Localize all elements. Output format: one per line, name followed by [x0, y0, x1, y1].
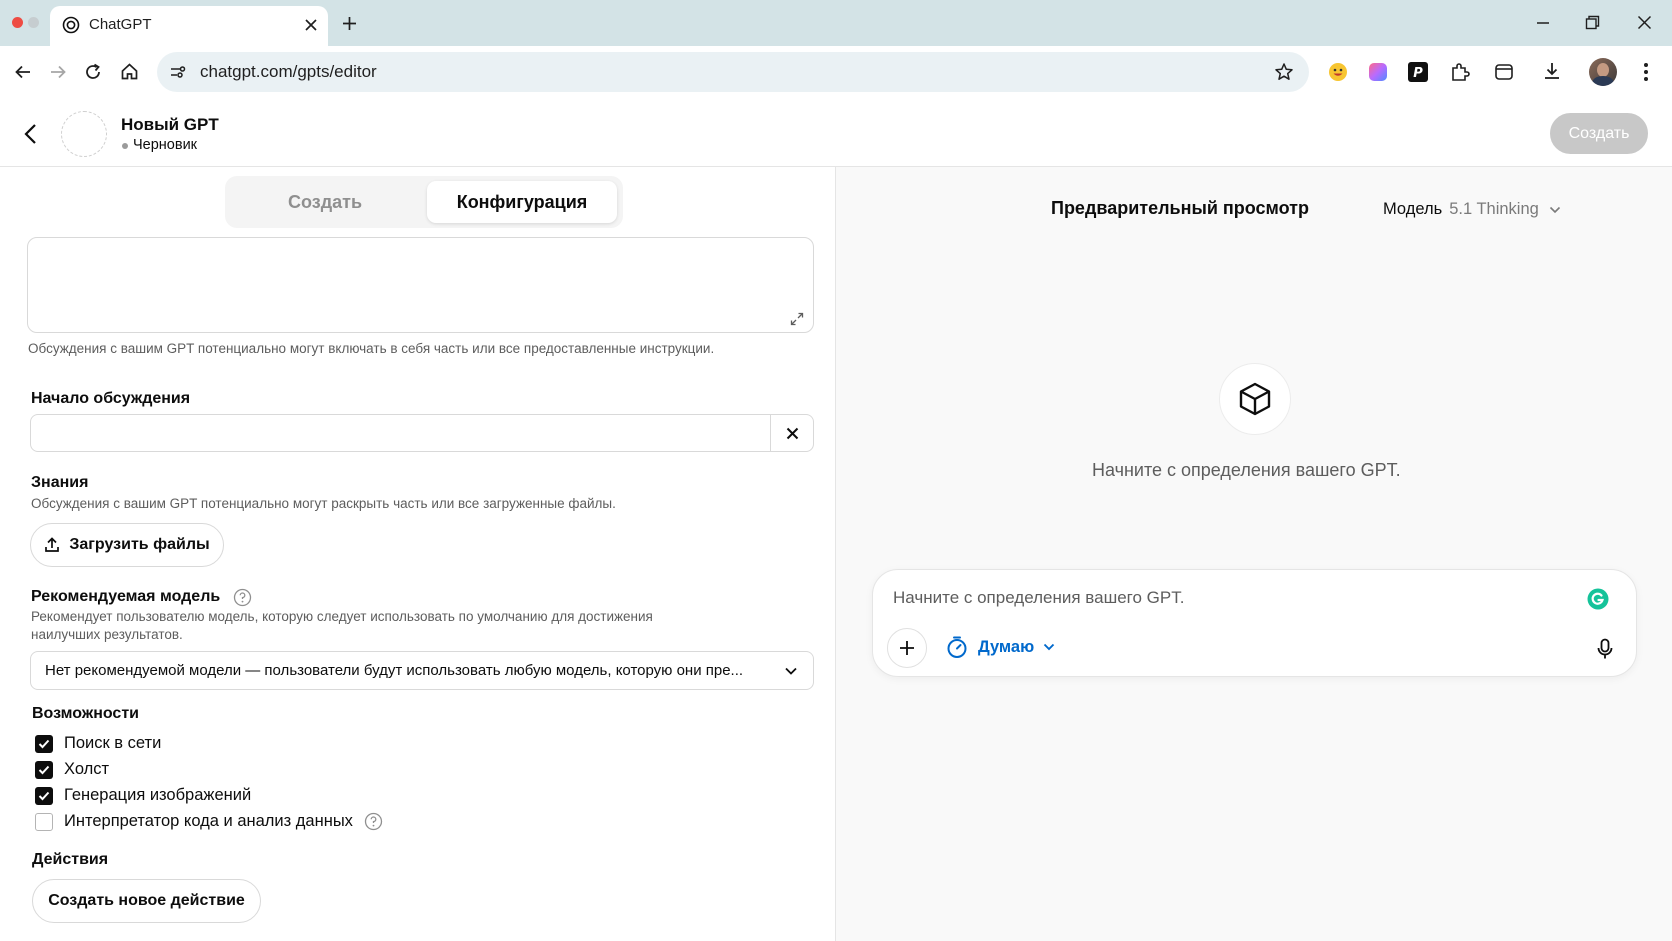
editor-header: Новый GPT Черновик Создать — [0, 100, 1672, 167]
status-dot — [122, 143, 128, 149]
browser-tab[interactable]: ChatGPT — [50, 6, 328, 46]
site-settings-icon[interactable] — [169, 63, 187, 81]
upload-files-label: Загрузить файлы — [69, 536, 210, 553]
address-bar[interactable]: chatgpt.com/gpts/editor — [157, 52, 1309, 92]
recommended-model-value: Нет рекомендуемой модели — пользователи … — [45, 662, 744, 679]
timer-icon — [946, 635, 968, 659]
capability-canvas[interactable]: Холст — [35, 760, 109, 779]
gradient-extension-icon[interactable] — [1368, 62, 1388, 82]
web-search-label: Поиск в сети — [64, 734, 162, 752]
gpt-placeholder-avatar — [1219, 363, 1291, 435]
gpt-name: Новый GPT — [121, 115, 219, 134]
tab-title: ChatGPT — [89, 16, 152, 33]
model-selector[interactable]: Модель 5.1 Thinking — [1383, 200, 1561, 219]
model-value: 5.1 Thinking — [1449, 200, 1539, 218]
image-generation-label: Генерация изображений — [64, 786, 252, 804]
create-action-button[interactable]: Создать новое действие — [32, 879, 261, 923]
check-icon — [38, 765, 50, 774]
thinking-chevron-down-icon — [1043, 643, 1055, 651]
conversation-starter-input[interactable] — [30, 414, 814, 452]
home-icon[interactable] — [120, 62, 139, 81]
starter-divider — [770, 415, 771, 451]
close-icon[interactable] — [786, 427, 799, 440]
new-tab-plus-icon[interactable] — [342, 16, 357, 31]
instructions-textarea[interactable] — [27, 237, 814, 333]
star-icon[interactable] — [1274, 62, 1294, 82]
download-icon[interactable] — [1542, 61, 1562, 82]
upload-icon — [44, 537, 60, 553]
code-interpreter-help-icon[interactable] — [364, 812, 383, 831]
window-minimize-dot[interactable] — [28, 17, 39, 28]
preview-panel — [836, 167, 1672, 941]
close-window-icon[interactable] — [1637, 15, 1652, 30]
capability-image-generation[interactable]: Генерация изображений — [35, 786, 251, 805]
mode-tabs: Создать Конфигурация — [225, 176, 623, 228]
tab-close-icon[interactable] — [304, 18, 318, 32]
thinking-label: Думаю — [978, 637, 1035, 656]
mic-icon[interactable] — [1597, 638, 1613, 660]
web-search-checkbox[interactable] — [35, 734, 53, 753]
back-icon[interactable] — [14, 63, 32, 81]
upload-files-button[interactable]: Загрузить файлы — [30, 523, 224, 567]
code-interpreter-label: Интерпретатор кода и анализ данных — [64, 812, 353, 830]
minimize-window-icon[interactable] — [1536, 16, 1550, 30]
model-label: Модель — [1383, 200, 1443, 218]
capability-code-interpreter[interactable]: Интерпретатор кода и анализ данных — [35, 812, 383, 831]
puzzle-icon[interactable] — [1450, 62, 1470, 82]
check-icon — [38, 739, 50, 748]
expand-icon[interactable] — [790, 312, 804, 326]
knowledge-label: Знания — [31, 474, 89, 491]
create-gpt-button[interactable]: Создать — [1550, 113, 1648, 154]
grammarly-icon[interactable] — [1587, 588, 1609, 610]
check-icon — [38, 791, 50, 800]
canvas-checkbox[interactable] — [35, 760, 53, 779]
instructions-hint: Обсуждения с вашим GPT потенциально могу… — [28, 341, 715, 356]
gpt-avatar-placeholder[interactable] — [61, 111, 107, 157]
browser-tab-strip: ChatGPT — [0, 0, 1672, 46]
draft-status: Черновик — [133, 137, 198, 153]
preview-composer[interactable]: Начните с определения вашего GPT. Думаю — [872, 569, 1637, 677]
recommended-model-hint-line1: Рекомендует пользователю модель, которую… — [31, 609, 653, 624]
chatgpt-favicon-icon — [62, 16, 80, 34]
tab-create[interactable]: Создать — [230, 181, 420, 223]
url-text: chatgpt.com/gpts/editor — [200, 62, 377, 81]
plus-icon — [900, 641, 914, 655]
back-arrow-icon[interactable] — [23, 123, 39, 145]
chevron-down-icon — [784, 666, 798, 676]
recommended-model-label: Рекомендуемая модель — [31, 588, 221, 605]
image-generation-checkbox[interactable] — [35, 786, 53, 805]
attach-plus-button[interactable] — [887, 628, 927, 668]
conversation-starters-label: Начало обсуждения — [31, 390, 191, 407]
p-extension-icon[interactable]: P — [1408, 62, 1428, 82]
window-close-dot[interactable] — [12, 17, 23, 28]
preview-empty-text: Начните с определения вашего GPT. — [1092, 460, 1401, 480]
actions-label: Действия — [32, 851, 109, 868]
restore-window-icon[interactable] — [1585, 15, 1600, 30]
capabilities-label: Возможности — [32, 705, 139, 722]
cube-icon — [1238, 381, 1272, 417]
preview-title: Предварительный просмотр — [1051, 198, 1309, 218]
thinking-mode-button[interactable]: Думаю — [946, 635, 1055, 659]
capability-web-search[interactable]: Поиск в сети — [35, 734, 161, 753]
emoji-extension-icon[interactable] — [1328, 62, 1348, 82]
svg-text:P: P — [1413, 66, 1423, 81]
composer-placeholder: Начните с определения вашего GPT. — [893, 588, 1185, 607]
code-interpreter-checkbox[interactable] — [35, 812, 53, 831]
menu-dots-icon[interactable] — [1642, 62, 1650, 82]
model-chevron-down-icon — [1549, 206, 1561, 214]
recommended-model-select[interactable]: Нет рекомендуемой модели — пользователи … — [30, 651, 814, 690]
reload-icon[interactable] — [84, 63, 102, 81]
avatar[interactable] — [1589, 58, 1617, 86]
tab-configure[interactable]: Конфигурация — [427, 181, 617, 223]
knowledge-hint: Обсуждения с вашим GPT потенциально могу… — [31, 496, 616, 511]
help-icon[interactable] — [233, 588, 252, 607]
tab-search-icon[interactable] — [1494, 62, 1514, 82]
forward-icon[interactable] — [49, 63, 67, 81]
recommended-model-hint-line2: наилучших результатов. — [31, 627, 183, 642]
canvas-label: Холст — [64, 760, 110, 778]
